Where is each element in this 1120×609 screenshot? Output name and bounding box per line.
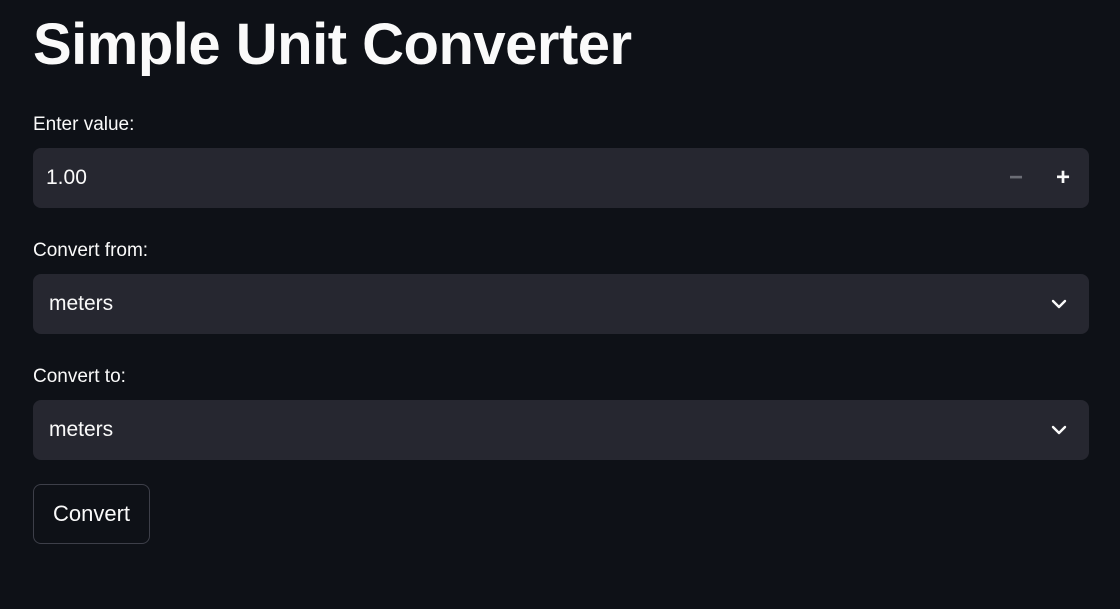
convert-from-value: meters	[49, 292, 114, 315]
page-title: Simple Unit Converter	[33, 12, 632, 77]
convert-to-label: Convert to:	[33, 366, 126, 387]
decrement-button[interactable]: −	[994, 148, 1038, 208]
convert-button[interactable]: Convert	[33, 484, 150, 544]
value-input[interactable]: 1.00 − +	[33, 148, 1089, 208]
convert-to-value: meters	[49, 418, 114, 441]
value-input-text[interactable]: 1.00	[46, 148, 87, 208]
value-input-label: Enter value:	[33, 114, 135, 135]
chevron-down-icon[interactable]	[1049, 420, 1069, 440]
convert-from-select[interactable]: meters	[33, 274, 1089, 334]
app-container: Simple Unit Converter Enter value: 1.00 …	[0, 0, 1120, 609]
convert-to-select[interactable]: meters	[33, 400, 1089, 460]
increment-button[interactable]: +	[1041, 148, 1085, 208]
chevron-down-icon[interactable]	[1049, 294, 1069, 314]
convert-from-label: Convert from:	[33, 240, 149, 261]
